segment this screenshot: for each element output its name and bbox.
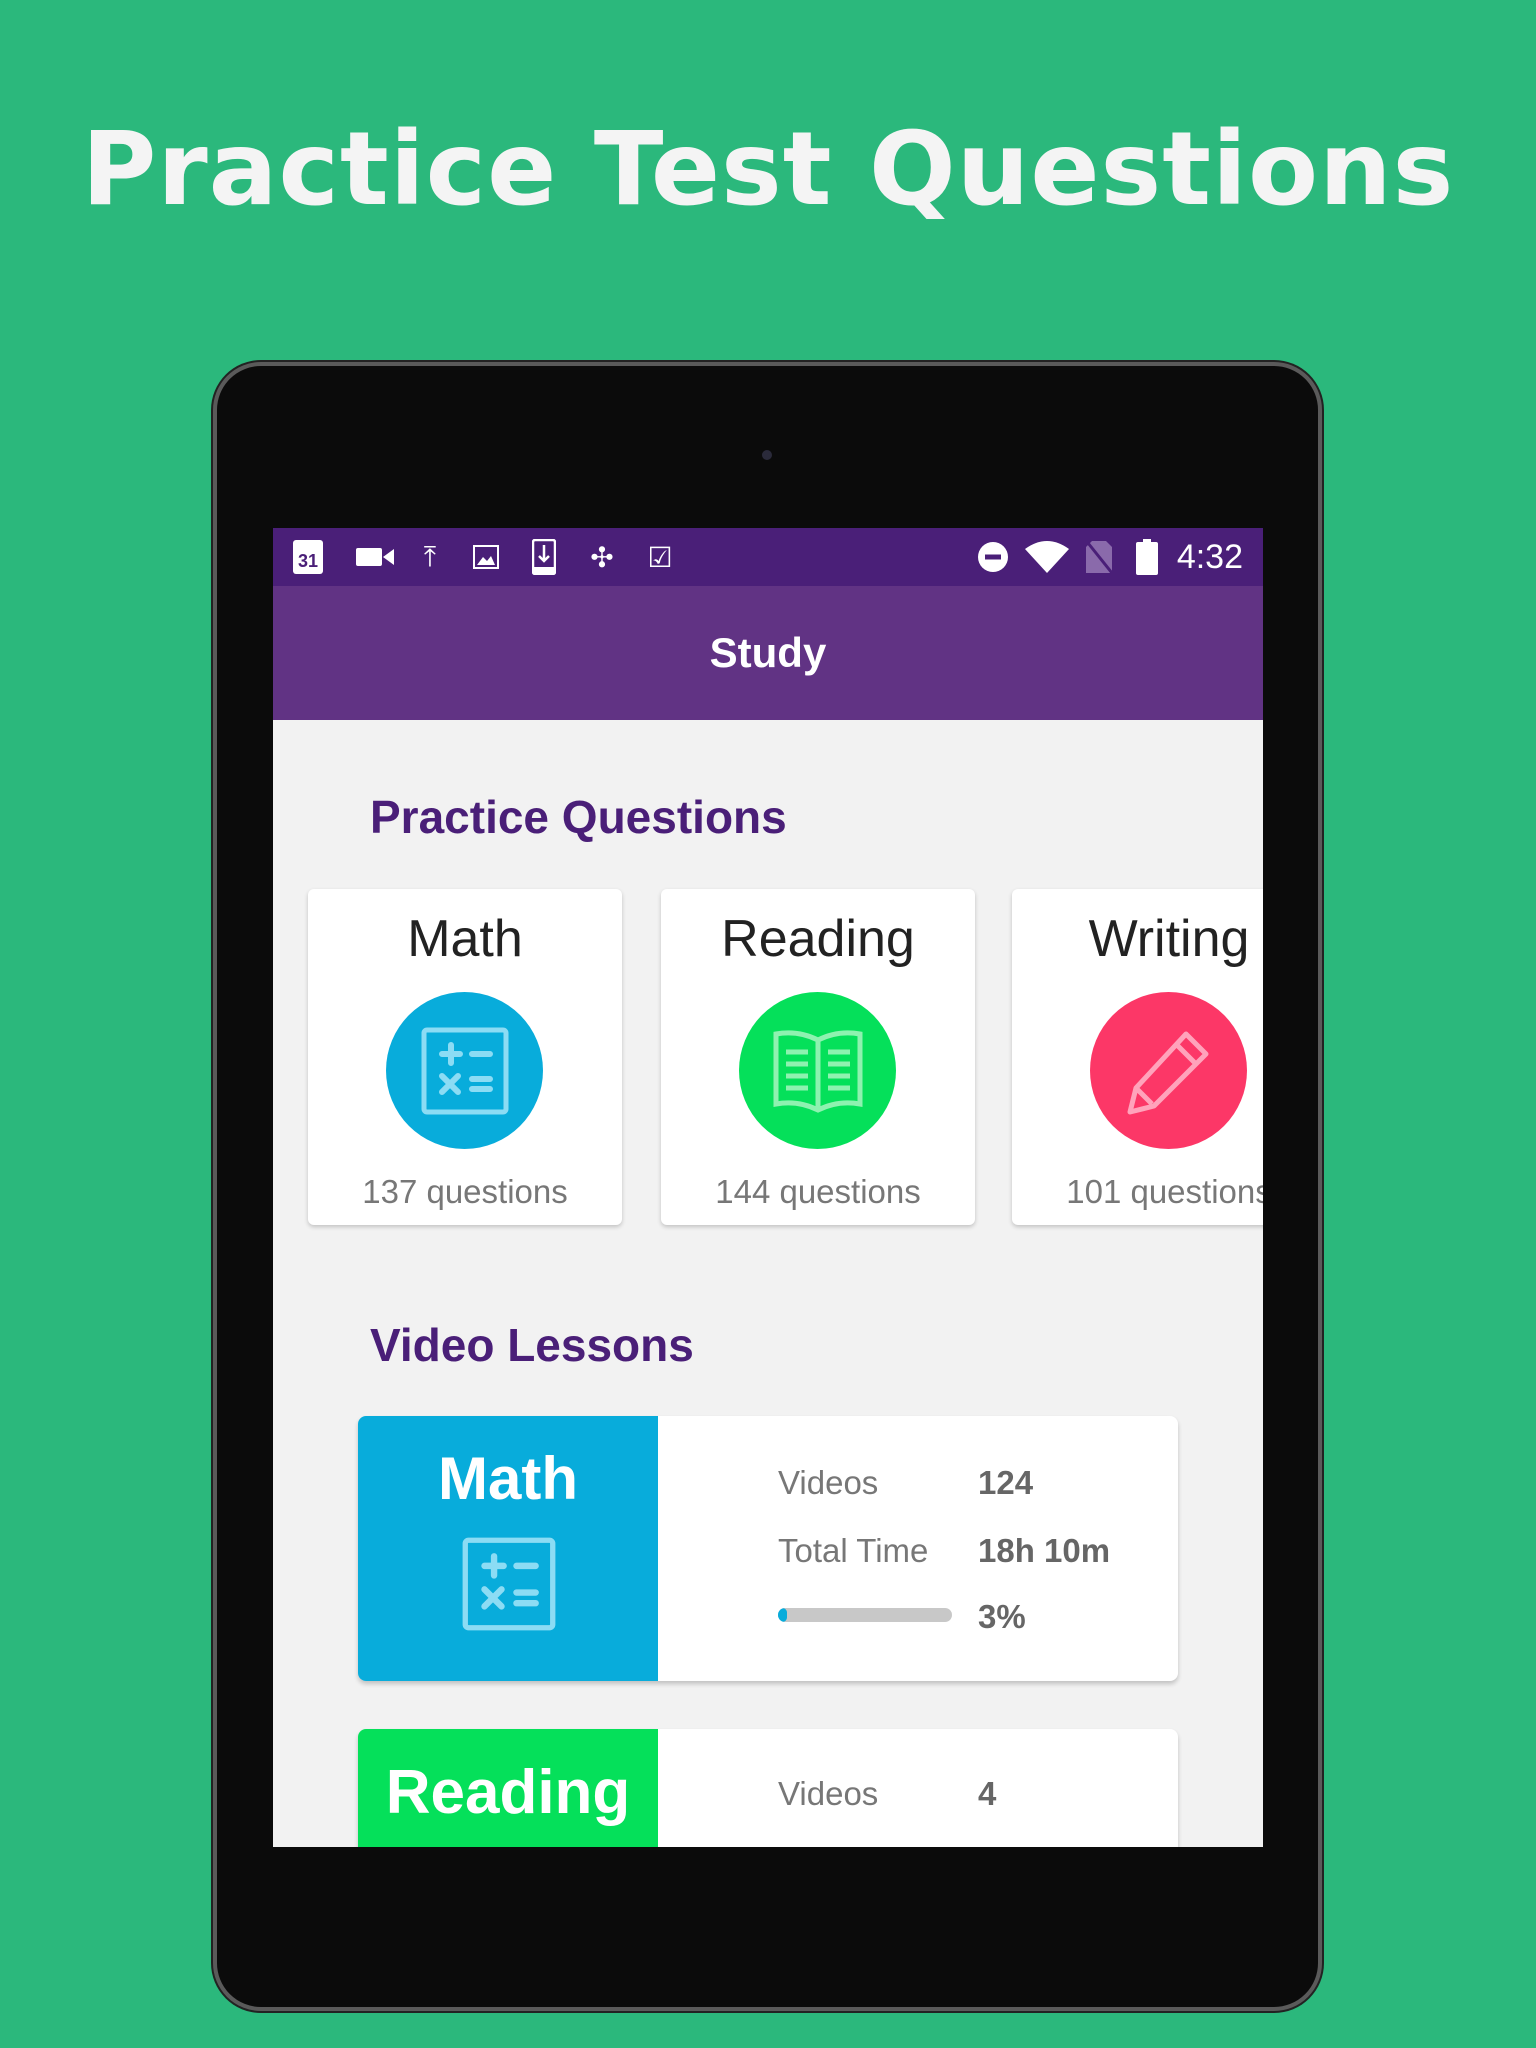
videos-label: Videos — [778, 1464, 879, 1501]
calculator-icon — [462, 1537, 556, 1631]
video-lessons-heading: Video Lessons — [370, 1319, 694, 1371]
progress-fill — [778, 1608, 787, 1622]
practice-questions-heading: Practice Questions — [370, 791, 787, 843]
progress-label: 3% — [978, 1598, 1026, 1635]
practice-card-reading[interactable]: Reading 144 questions — [661, 889, 975, 1225]
question-count: 144 questions — [715, 1173, 921, 1210]
practice-card-writing[interactable]: Writing 101 questions — [1012, 889, 1263, 1225]
video-card-banner: Reading — [358, 1729, 658, 1847]
app-bar-title: Study — [709, 629, 827, 676]
question-count: 137 questions — [362, 1173, 568, 1210]
card-title: Reading — [721, 910, 915, 968]
image-icon — [471, 540, 501, 574]
videos-label: Videos — [778, 1775, 879, 1812]
video-card-math[interactable]: Math Videos 124 Total Time 18h 10m 3% — [358, 1416, 1178, 1681]
camera-icon — [762, 450, 772, 460]
status-bar: 31 ⤒ ✣ ☑ 4:32 — [273, 528, 1263, 586]
calculator-icon — [386, 992, 543, 1149]
status-time: 4:32 — [1176, 538, 1243, 576]
download-icon — [529, 539, 559, 575]
card-title: Writing — [1088, 910, 1250, 968]
progress-bar — [778, 1608, 952, 1622]
promo-headline: Practice Test Questions — [81, 110, 1455, 229]
do-not-disturb-icon — [976, 540, 1010, 574]
practice-card-math[interactable]: Math 137 questions — [308, 889, 622, 1225]
video-card-title: Reading — [385, 1758, 631, 1827]
question-count: 101 questions — [1066, 1173, 1263, 1210]
pinwheel-icon: ✣ — [590, 541, 614, 573]
total-time-value: 18h 10m — [978, 1532, 1111, 1569]
battery-icon — [1135, 539, 1159, 575]
clipboard-check-icon: ☑ — [647, 541, 673, 573]
videos-count: 4 — [978, 1775, 997, 1812]
total-time-label: Total Time — [778, 1532, 929, 1569]
book-icon — [739, 992, 896, 1149]
video-card-reading[interactable]: Reading Videos 4 — [358, 1729, 1178, 1847]
no-sim-icon — [1085, 540, 1113, 574]
videos-count: 124 — [978, 1464, 1034, 1501]
pencil-icon — [1090, 992, 1247, 1149]
calendar-icon: 31 — [293, 540, 323, 574]
wifi-icon — [1025, 540, 1069, 574]
screen: 31 ⤒ ✣ ☑ 4:32 Study Practice Questions M… — [273, 528, 1263, 1847]
card-title: Math — [407, 910, 523, 968]
upload-icon: ⤒ — [423, 540, 437, 572]
video-card-title: Math — [438, 1445, 578, 1512]
app-bar: Study — [273, 586, 1263, 720]
video-card-banner: Math — [358, 1416, 658, 1681]
video-camera-icon — [355, 540, 395, 574]
